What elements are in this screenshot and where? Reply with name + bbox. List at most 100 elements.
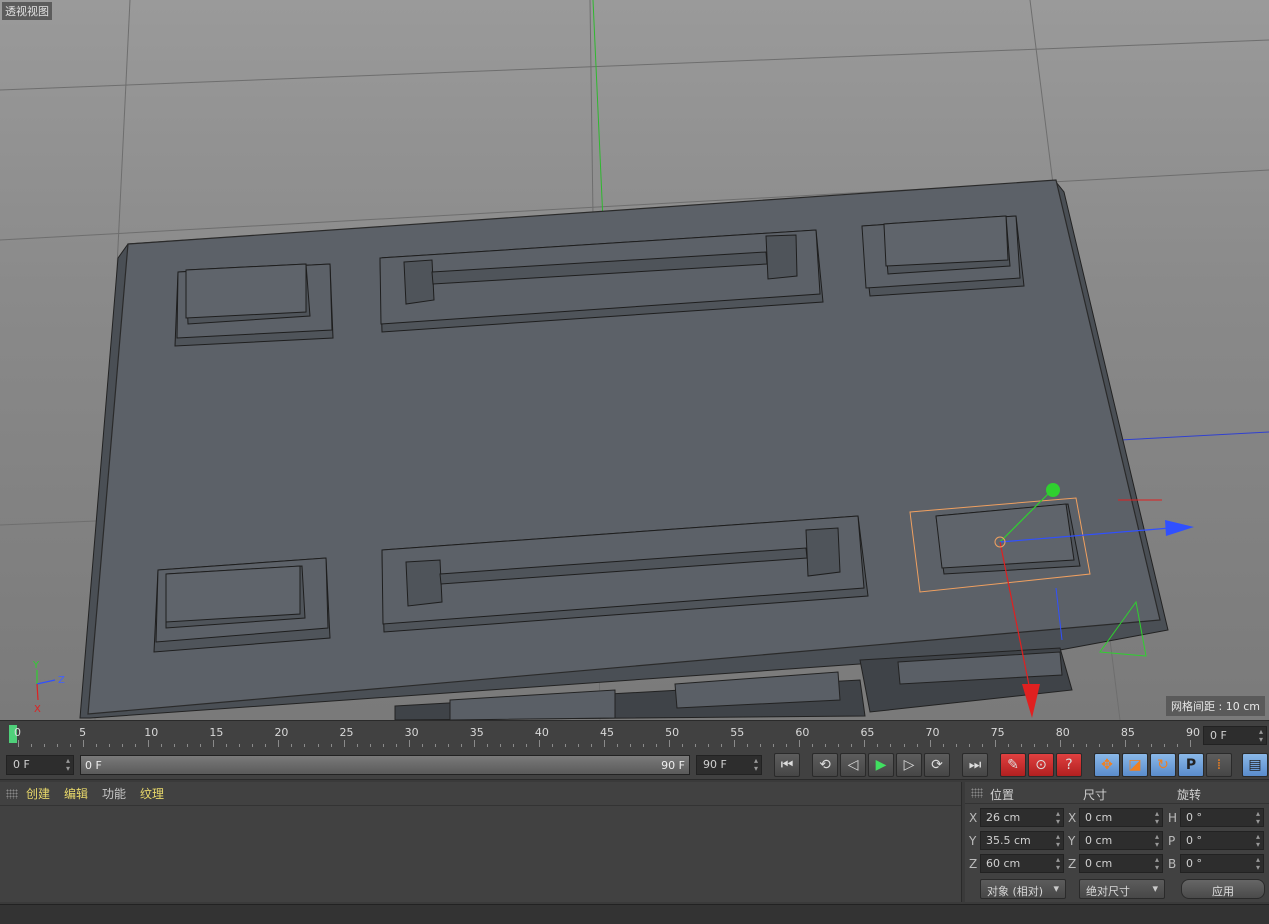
viewport-scene[interactable]: Y Z X [0,0,1269,720]
block-top-right[interactable] [861,215,1025,297]
apply-button[interactable]: 应用 [1181,879,1265,899]
tick-mark [265,744,267,747]
current-frame-field[interactable]: 0 F ▴ ▾ [1203,726,1267,745]
rotation-h-field[interactable]: 0 ° ▴ ▾ [1180,808,1264,827]
rotation-b-field[interactable]: 0 ° ▴ ▾ [1180,854,1264,873]
axis-label-y: Y [32,660,40,671]
tick-mark [916,744,918,747]
rotate-key-button[interactable]: ↻ [1150,753,1176,777]
header-position: 位置 [990,788,1015,802]
tick-mark [994,740,996,747]
auto-key-button[interactable]: ⊙ [1028,753,1054,777]
tick-mark [1150,744,1152,747]
tick-mark [538,740,540,747]
tick-mark [1137,744,1139,747]
tick-mark [317,744,319,747]
coords-grip-icon[interactable] [971,787,983,798]
tick-mark [369,744,371,747]
tick-mark [1072,744,1074,747]
size-x-value: 0 cm [1085,811,1113,824]
tick-label: 35 [469,726,484,739]
size-z-field[interactable]: 0 cm ▴ ▾ [1079,854,1163,873]
tick-mark [708,744,710,747]
size-y-field[interactable]: 0 cm ▴ ▾ [1079,831,1163,850]
tick-mark [812,744,814,747]
frame-range-slider[interactable]: 0 F 90 F [80,755,690,775]
perspective-viewport[interactable]: Y Z X 透视视图 网格间距 : 10 cm [0,0,1269,720]
tick-mark [682,744,684,747]
tick-mark [395,744,397,747]
tick-label: 65 [860,726,875,739]
timeline-ruler[interactable]: 0 5 10 15 20 25 30 35 40 45 50 55 60 65 70 75 80 85 90 0 F… [0,720,1269,750]
step-forward-key-button[interactable]: ⟳ [924,753,950,777]
record-key-button[interactable]: ✎ [1000,753,1026,777]
under-plate-1 [449,689,616,720]
tick-mark [604,740,605,747]
go-to-end-button[interactable]: ⏭ [962,753,988,777]
go-to-start-button[interactable]: ⏮ [774,753,800,777]
tick-mark [590,744,592,747]
axis-label-z: Z [58,675,65,686]
coordinates-manager: 位置 尺寸 旋转 X 26 cm ▴ ▾ X 0 cm ▴ ▾ H 0 ° ▴ ▾ Y 35… [965,782,1269,902]
tick-mark [799,740,801,747]
block-bottom-left[interactable] [153,557,331,653]
pos-axis-y: Y [969,834,977,848]
tick-mark [695,744,697,747]
rotate-key-icon: ↻ [1157,757,1169,773]
param-key-button[interactable]: P [1178,753,1204,777]
rotation-h-value: 0 ° [1186,811,1202,824]
position-x-field[interactable]: 26 cm ▴ ▾ [980,808,1064,827]
step-back-key-button[interactable]: ⟲ [812,753,838,777]
scale-key-button[interactable]: ◪ [1122,753,1148,777]
key-help-button[interactable]: ? [1056,753,1082,777]
next-frame-button[interactable]: ▷ [896,753,922,777]
menu-edit[interactable]: 编辑 [64,785,88,802]
key-help-icon: ? [1065,757,1073,773]
tick-label: 45 [600,726,614,739]
size-axis-x: X [1068,811,1077,825]
size-mode-dropdown[interactable]: 绝对尺寸 [1079,879,1165,899]
point-level-icon: ⁞ [1216,757,1222,773]
scale-key-icon: ◪ [1128,757,1142,773]
tick-mark [577,744,579,747]
point-level-button[interactable]: ⁞ [1206,753,1232,777]
rotation-p-field[interactable]: 0 ° ▴ ▾ [1180,831,1264,850]
block-top-left[interactable] [174,263,334,347]
coord-mode-dropdown[interactable]: 对象 (相对) [980,879,1066,899]
end-frame-field[interactable]: 90 F ▴ ▾ [696,755,762,775]
tick-mark [83,740,85,747]
status-bar [0,904,1269,924]
size-mode-value: 绝对尺寸 [1086,885,1130,898]
start-frame-field[interactable]: 0 F ▴ ▾ [6,755,74,775]
tick-label: 80 [1055,726,1070,739]
position-y-field[interactable]: 35.5 cm ▴ ▾ [980,831,1064,850]
menu-function[interactable]: 功能 [102,785,126,802]
tick-label: 40 [534,726,549,739]
tick-mark [773,744,775,747]
move-key-button[interactable]: ✥ [1094,753,1120,777]
material-manager[interactable]: 创建 编辑 功能 纹理 [0,782,962,902]
prev-frame-icon: ◁ [847,757,859,773]
tick-mark [838,744,840,747]
viewport-title[interactable]: 透视视图 [2,2,52,20]
tick-mark [161,744,163,747]
menu-texture[interactable]: 纹理 [140,785,164,802]
tick-mark [460,744,462,747]
menu-create[interactable]: 创建 [26,785,50,802]
tick-label: 0 [14,726,21,739]
size-x-field[interactable]: 0 cm ▴ ▾ [1079,808,1163,827]
tick-mark [434,744,436,747]
tick-mark [864,740,866,747]
header-rotation: 旋转 [1177,788,1202,802]
tick-mark [408,740,410,747]
pos-axis-x: X [969,811,978,825]
prev-frame-button[interactable]: ◁ [840,753,866,777]
tick-mark [551,744,553,747]
tick-label: 30 [404,726,419,739]
timeline-film-button[interactable]: ▤ [1242,753,1268,777]
coord-row-x: X 26 cm ▴ ▾ X 0 cm ▴ ▾ H 0 ° ▴ ▾ [965,808,1269,828]
panel-grip-icon[interactable] [6,788,18,799]
position-z-field[interactable]: 60 cm ▴ ▾ [980,854,1064,873]
play-button[interactable]: ▶ [868,753,894,777]
tick-mark [903,744,905,747]
